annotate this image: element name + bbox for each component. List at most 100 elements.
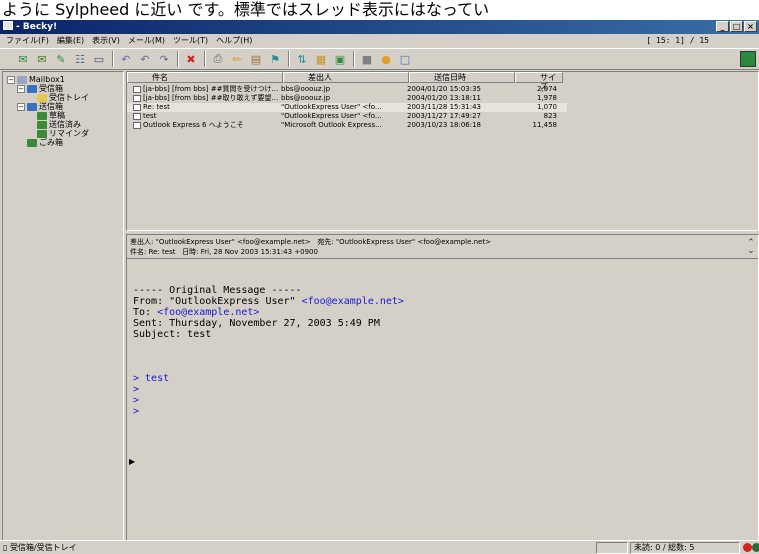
folder-icon — [37, 94, 47, 102]
address-book-icon: ☷ — [75, 52, 85, 66]
status-folder-icon: ▯ — [3, 543, 8, 552]
folder-icon — [27, 103, 37, 111]
body-to-line: To: <foo@example.net> — [133, 307, 260, 318]
header-toggle-icon[interactable]: ⌃ ⌄ — [746, 239, 756, 256]
preview-subject-label: 件名: — [130, 248, 147, 256]
table-row[interactable]: test "OutlookExpress User" <fo... 2003/11/… — [127, 112, 567, 121]
notes-icon: ▣ — [334, 52, 346, 66]
row-subject: [ja-bbs] [from bbs] ##質問を受けつけ... — [143, 85, 279, 93]
column-header-date[interactable]: 送信日時 — [409, 72, 515, 83]
window-controls: _ □ × — [716, 21, 757, 32]
table-row[interactable]: [ja-bbs] [from bbs] ##質問を受けつけ... bbs@ooou… — [127, 85, 567, 94]
row-date: 2003/10/23 18:06:18 — [407, 121, 482, 129]
delete-icon: ✖ — [186, 52, 196, 66]
column-header-subject[interactable]: 件名 — [127, 72, 283, 83]
calendar-button[interactable]: ▦ — [312, 50, 330, 68]
to-address-link[interactable]: <foo@example.net> — [157, 307, 259, 318]
table-row[interactable]: Outlook Express 6 へようこそ "Microsoft Outloo… — [127, 121, 567, 130]
window-button[interactable]: □ — [396, 50, 414, 68]
maximize-button[interactable]: □ — [730, 21, 743, 32]
message-list[interactable]: 件名 差出人 送信日時 サイズ [ja-bbs] [from bbs] ##質問… — [126, 71, 759, 231]
compose-icon: ✎ — [56, 52, 66, 66]
notes-button[interactable]: ▣ — [331, 50, 349, 68]
folder-label: ごみ箱 — [39, 138, 63, 147]
column-header-size[interactable]: サイズ — [515, 72, 563, 91]
calendar-icon: ▦ — [315, 52, 327, 66]
reply-all-button[interactable]: ↶ — [136, 50, 154, 68]
row-subject: test — [143, 112, 157, 120]
preview-from-line: 差出人: "OutlookExpress User" <foo@example.… — [130, 237, 491, 247]
quote-line-1: > test — [133, 373, 170, 384]
from-address-link[interactable]: <foo@example.net> — [302, 296, 404, 307]
background-page-text: ように Sylpheed に近い です。標準ではスレッド表示にはなってい — [0, 0, 759, 20]
receive-mail-icon: ✉ — [18, 52, 28, 66]
properties-icon: ▤ — [250, 52, 262, 66]
row-size: 2,074 — [536, 85, 557, 93]
forward-button[interactable]: ↷ — [155, 50, 173, 68]
toolbar: ✉ ✉ ✎ ☷ ▭ ↶ ↶ ↷ ✖ ⎙ ✏ ▤ ⚑ ⇅ ▦ ▣ ■ ● □ — [0, 48, 759, 70]
close-button[interactable]: × — [744, 21, 757, 32]
app-icon — [3, 21, 13, 30]
title-bar[interactable]: - Becky! _ □ × — [0, 20, 759, 34]
send-mail-button[interactable]: ✉ — [33, 50, 51, 68]
toolbar-separator — [353, 51, 355, 67]
row-date: 2003/11/27 17:49:27 — [407, 112, 482, 120]
mail-icon — [133, 95, 141, 102]
row-date: 2003/11/28 15:31:43 — [407, 103, 482, 111]
row-size: 1,070 — [536, 103, 557, 111]
print-icon: ⎙ — [213, 52, 223, 65]
folder-icon — [27, 139, 37, 147]
menu-help[interactable]: ヘルプ(H) — [212, 34, 256, 48]
row-subject: Re: test — [143, 103, 170, 111]
status-red-icon[interactable] — [743, 543, 752, 552]
body-from-line: From: "OutlookExpress User" <foo@example… — [133, 296, 404, 307]
row-size: 823 — [543, 112, 557, 120]
receive-mail-button[interactable]: ✉ — [14, 50, 32, 68]
row-subject: Outlook Express 6 へようこそ — [143, 121, 244, 129]
globe-icon: ● — [381, 52, 391, 66]
row-from: "Microsoft Outlook Express... — [281, 121, 382, 129]
column-header-from[interactable]: 差出人 — [283, 72, 409, 83]
row-from: "OutlookExpress User" <fo... — [281, 103, 382, 111]
collapse-icon[interactable]: − — [7, 76, 15, 84]
folder-icon — [37, 130, 47, 138]
menu-file[interactable]: ファイル(F) — [2, 34, 53, 48]
properties-button[interactable]: ▤ — [247, 50, 265, 68]
minimize-button[interactable]: _ — [716, 21, 729, 32]
table-row[interactable]: Re: test "OutlookExpress User" <fo... 2003… — [127, 103, 567, 112]
reply-all-icon: ↶ — [140, 52, 150, 66]
message-preview[interactable]: 差出人: "OutlookExpress User" <foo@example.… — [126, 234, 759, 551]
preview-from-value: "OutlookExpress User" <foo@example.net> — [155, 238, 311, 246]
mail-icon — [133, 113, 141, 120]
globe-button[interactable]: ● — [377, 50, 395, 68]
compose-button[interactable]: ✎ — [52, 50, 70, 68]
folder-item[interactable]: ごみ箱 — [17, 138, 63, 148]
lock-button[interactable]: ■ — [358, 50, 376, 68]
reply-button[interactable]: ↶ — [117, 50, 135, 68]
preview-subject-line: 件名: Re: test 日時: Fri, 28 Nov 2003 15:31:… — [130, 247, 318, 257]
collapse-icon[interactable]: − — [17, 85, 25, 93]
status-counts: 未読: 0 / 総数: 5 — [630, 542, 740, 554]
menu-view[interactable]: 表示(V) — [88, 34, 124, 48]
menu-mail[interactable]: メール(M) — [124, 34, 169, 48]
table-row[interactable]: [ja-bbs] [from bbs] ##取り敢えず要望... bbs@ooou… — [127, 94, 567, 103]
delete-button[interactable]: ✖ — [182, 50, 200, 68]
edit-button[interactable]: ✏ — [228, 50, 246, 68]
menu-tools[interactable]: ツール(T) — [169, 34, 212, 48]
collapse-icon[interactable]: − — [17, 103, 25, 111]
address-book-button[interactable]: ☷ — [71, 50, 89, 68]
menu-edit[interactable]: 編集(E) — [53, 34, 88, 48]
filter-button[interactable]: ⚑ — [266, 50, 284, 68]
print-button[interactable]: ⎙ — [209, 50, 227, 68]
reply-icon: ↶ — [121, 52, 131, 66]
folder-tree[interactable]: − Mailbox1− 受信箱 受信トレイ − 送信箱 草稿 送信済み リマインダ ごみ箱 — [2, 71, 124, 554]
status-green-icon[interactable] — [752, 543, 759, 552]
sort-button[interactable]: ⇅ — [293, 50, 311, 68]
status-panel-empty — [596, 542, 628, 554]
quote-line-3: > — [133, 395, 140, 406]
tray-button[interactable]: ▭ — [90, 50, 108, 68]
folder-icon — [17, 76, 27, 84]
list-header: 件名 差出人 送信日時 サイズ — [127, 72, 758, 91]
text-caret-icon: ▶ — [129, 457, 136, 466]
folder-icon — [27, 85, 37, 93]
